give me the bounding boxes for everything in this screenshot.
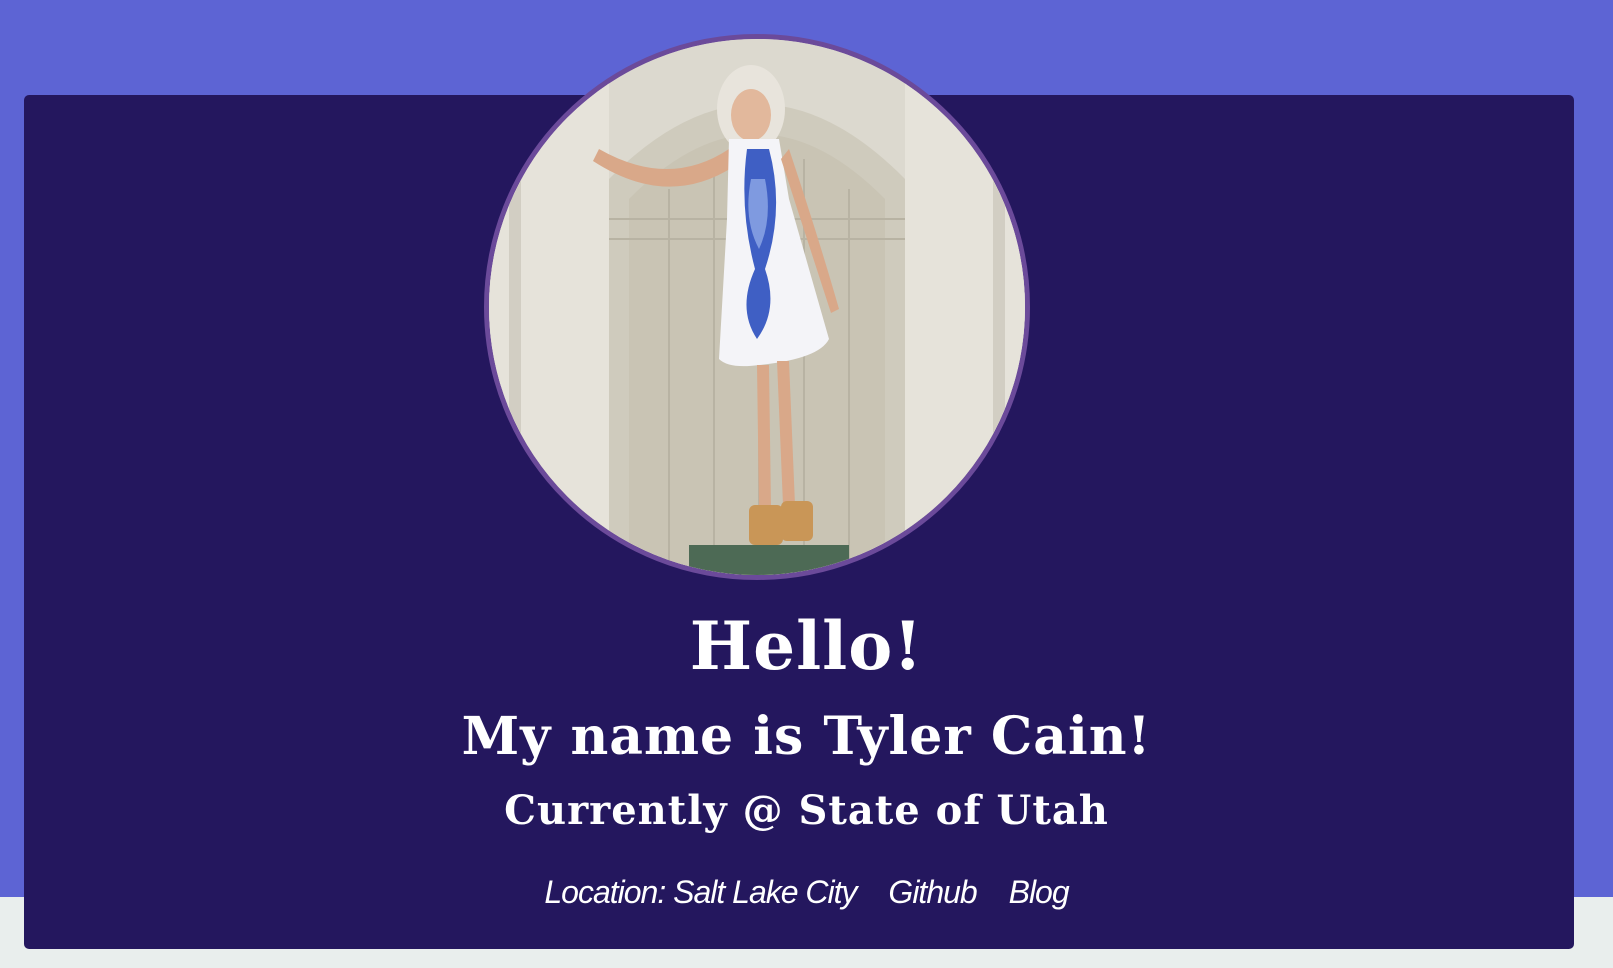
blog-link[interactable]: Blog [1009, 874, 1070, 910]
name-heading: My name is Tyler Cain! [461, 706, 1152, 767]
current-employer-heading: Currently @ State of Utah [504, 787, 1109, 834]
profile-links: Location: Salt Lake City Github Blog [0, 870, 1613, 914]
profile-photo [484, 34, 1030, 580]
location-text: Location: Salt Lake City [544, 874, 857, 910]
github-link[interactable]: Github [888, 874, 977, 910]
greeting-heading: Hello! [689, 607, 924, 685]
